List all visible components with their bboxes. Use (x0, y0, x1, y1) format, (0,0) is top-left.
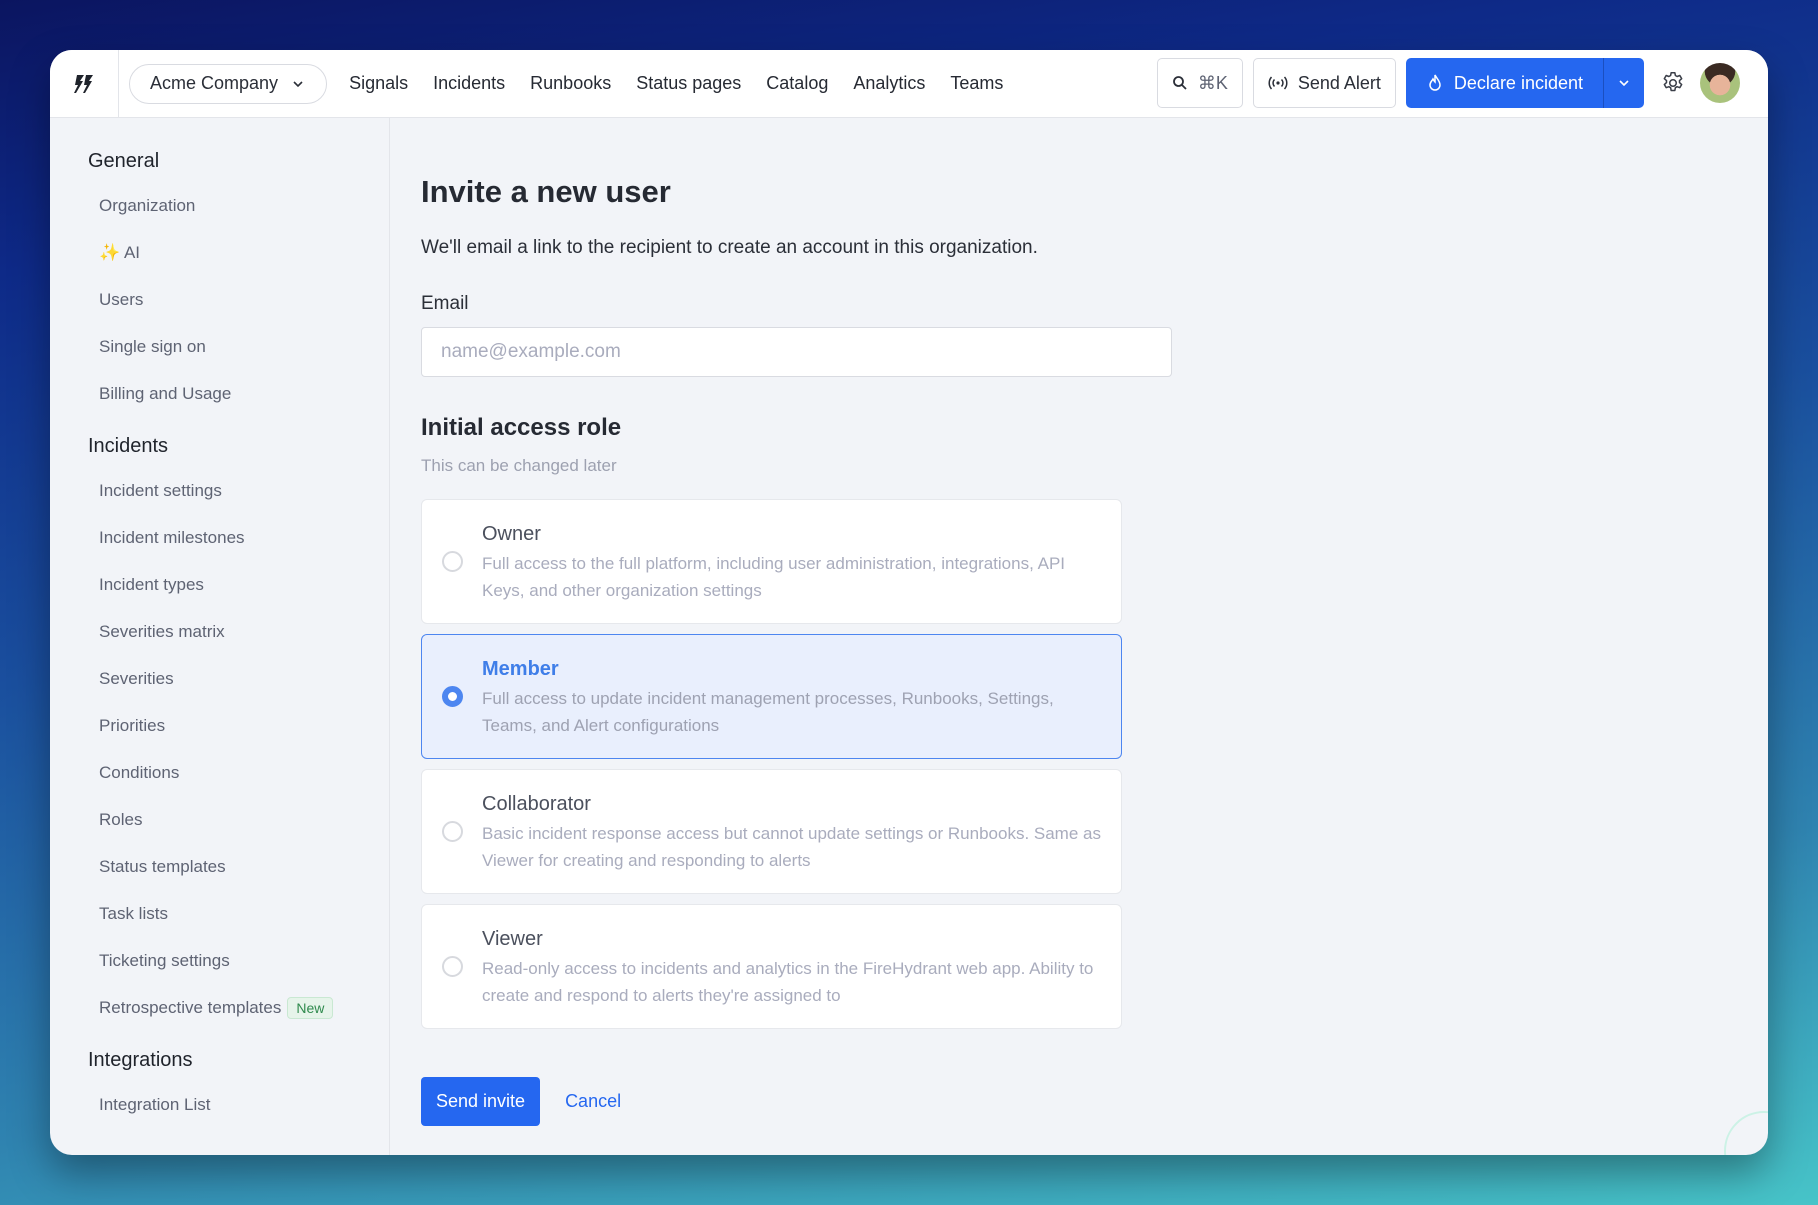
sidebar-item-conditions[interactable]: Conditions (50, 749, 389, 796)
main-nav: Signals Incidents Runbooks Status pages … (349, 73, 1003, 94)
page-description: We'll email a link to the recipient to c… (421, 237, 1038, 258)
user-avatar[interactable] (1700, 63, 1740, 103)
sidebar-section-general: General (88, 150, 160, 172)
role-option-collaborator[interactable]: Collaborator Basic incident response acc… (421, 769, 1122, 894)
declare-incident-split-button: Declare incident (1405, 58, 1644, 108)
sidebar-item-severities[interactable]: Severities (50, 655, 389, 702)
role-description: Basic incident response access but canno… (482, 824, 1101, 870)
nav-runbooks[interactable]: Runbooks (530, 73, 611, 94)
role-option-member[interactable]: Member Full access to update incident ma… (421, 634, 1122, 759)
settings-sidebar: General Organization ✨ AI Users Single s… (50, 118, 390, 1155)
sidebar-item-organization[interactable]: Organization (50, 182, 389, 229)
role-options: Owner Full access to the full platform, … (421, 499, 1122, 1039)
declare-incident-dropdown[interactable] (1603, 58, 1644, 108)
invite-user-form: Invite a new user We'll email a link to … (421, 118, 1768, 1155)
sidebar-item-incident-types[interactable]: Incident types (50, 561, 389, 608)
sidebar-item-incident-settings[interactable]: Incident settings (50, 467, 389, 514)
nav-catalog[interactable]: Catalog (766, 73, 828, 94)
cancel-button[interactable]: Cancel (565, 1091, 621, 1112)
role-option-owner[interactable]: Owner Full access to the full platform, … (421, 499, 1122, 624)
sidebar-item-incident-milestones[interactable]: Incident milestones (50, 514, 389, 561)
email-input[interactable] (421, 327, 1172, 377)
declare-incident-button[interactable]: Declare incident (1406, 58, 1603, 108)
new-badge: New (287, 996, 334, 1019)
role-description: Full access to the full platform, includ… (482, 554, 1066, 600)
top-navigation-bar: Acme Company Signals Incidents Runbooks … (50, 50, 1768, 118)
sidebar-item-ai[interactable]: ✨ AI (50, 229, 389, 276)
flame-icon (1429, 74, 1441, 91)
role-name: Viewer (482, 928, 543, 950)
firehydrant-logo[interactable] (50, 50, 119, 118)
sidebar-item-roles[interactable]: Roles (50, 796, 389, 843)
role-name: Collaborator (482, 793, 591, 815)
send-alert-label: Send Alert (1297, 72, 1381, 93)
org-switcher[interactable]: Acme Company (129, 63, 328, 104)
sidebar-item-task-lists[interactable]: Task lists (50, 890, 389, 937)
sidebar-item-users[interactable]: Users (50, 276, 389, 323)
sidebar-item-integration-list[interactable]: Integration List (50, 1081, 389, 1128)
radio-button[interactable] (442, 956, 463, 977)
sidebar-item-severities-matrix[interactable]: Severities matrix (50, 608, 389, 655)
form-actions: Send invite Cancel (421, 1077, 621, 1126)
logo-icon (74, 74, 93, 93)
sidebar-section-integrations: Integrations (88, 1049, 193, 1071)
nav-signals[interactable]: Signals (349, 73, 408, 94)
chevron-down-icon (293, 80, 303, 87)
sidebar-item-billing-and-usage[interactable]: Billing and Usage (50, 370, 389, 417)
nav-incidents[interactable]: Incidents (433, 73, 505, 94)
role-section-title: Initial access role (421, 414, 622, 441)
page-title: Invite a new user (421, 174, 671, 209)
nav-teams[interactable]: Teams (950, 73, 1003, 94)
org-name: Acme Company (150, 73, 279, 93)
sidebar-item-ticketing-settings[interactable]: Ticketing settings (50, 937, 389, 984)
sidebar-item-single-sign-on[interactable]: Single sign on (50, 323, 389, 370)
sidebar-item-retrospective-templates[interactable]: Retrospective templates New (50, 984, 389, 1031)
role-option-viewer[interactable]: Viewer Read-only access to incidents and… (421, 904, 1122, 1029)
sidebar-item-label: Retrospective templates (99, 998, 282, 1017)
nav-status-pages[interactable]: Status pages (636, 73, 741, 94)
broadcast-icon (1268, 76, 1288, 90)
settings-button[interactable] (1656, 66, 1690, 100)
radio-button[interactable] (442, 551, 463, 572)
role-description: Read-only access to incidents and analyt… (482, 959, 1094, 1005)
role-name: Owner (482, 523, 541, 545)
declare-incident-label: Declare incident (1453, 72, 1583, 93)
gear-icon (1663, 71, 1683, 92)
search-button[interactable]: ⌘K (1156, 58, 1243, 108)
role-description: Full access to update incident managemen… (482, 689, 1054, 735)
radio-button[interactable] (442, 821, 463, 842)
chevron-down-icon (1619, 80, 1629, 87)
email-label: Email (421, 293, 469, 314)
nav-analytics[interactable]: Analytics (853, 73, 925, 94)
radio-button-checked[interactable] (442, 686, 463, 707)
app-window: Acme Company Signals Incidents Runbooks … (50, 50, 1768, 1155)
topbar-actions: ⌘K Send Alert Declare incident (1156, 58, 1740, 108)
send-invite-button[interactable]: Send invite (421, 1077, 541, 1126)
search-icon (1172, 76, 1187, 90)
sidebar-item-priorities[interactable]: Priorities (50, 702, 389, 749)
sidebar-item-status-templates[interactable]: Status templates (50, 843, 389, 890)
role-section-subtitle: This can be changed later (421, 456, 617, 475)
role-name: Member (482, 658, 559, 680)
sidebar-section-incidents: Incidents (88, 435, 169, 457)
send-alert-button[interactable]: Send Alert (1252, 58, 1396, 108)
search-shortcut: ⌘K (1197, 72, 1228, 93)
